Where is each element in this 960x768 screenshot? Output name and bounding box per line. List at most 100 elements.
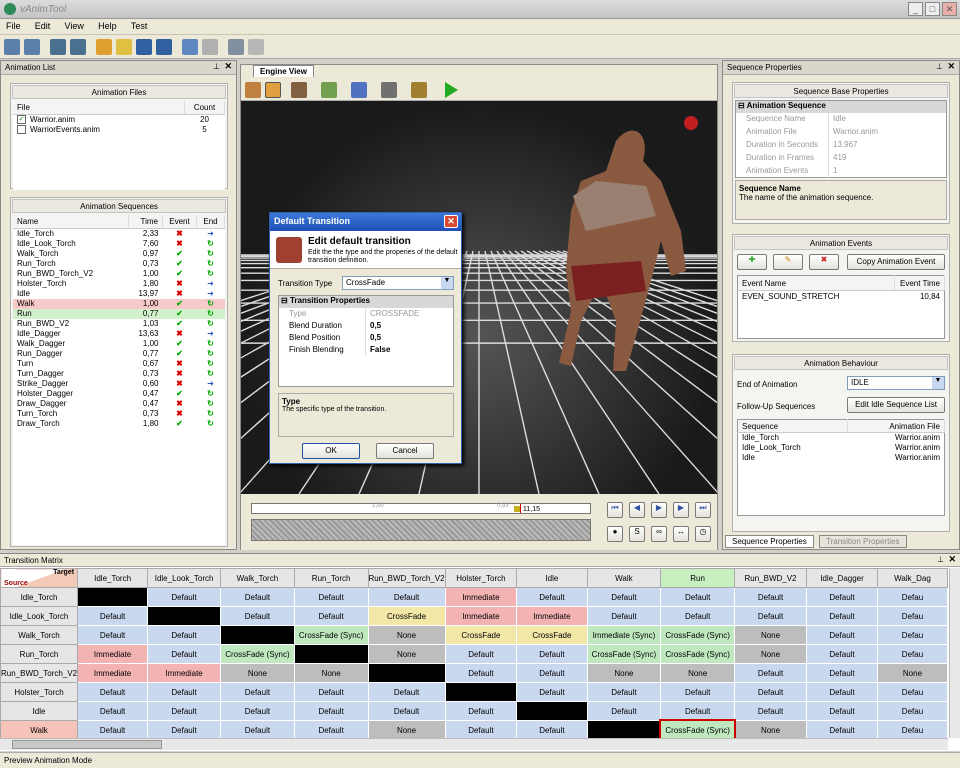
checkbox-unchecked[interactable] bbox=[17, 124, 26, 134]
transition-type-select[interactable]: CrossFade ▼ bbox=[342, 276, 454, 290]
matrix-cell[interactable]: Defau bbox=[876, 720, 948, 738]
sequence-row[interactable]: Walk_Dagger 1,00 ✔ ↻ bbox=[13, 339, 225, 349]
matrix-cell[interactable]: Default bbox=[147, 720, 222, 738]
pin-icon[interactable]: ⊥ bbox=[936, 62, 943, 71]
minimize-button[interactable]: _ bbox=[908, 2, 923, 16]
sequence-property-row[interactable]: Animation File Warrior.anim bbox=[736, 126, 946, 139]
matrix-cell[interactable]: Default bbox=[77, 720, 149, 738]
matrix-cell[interactable] bbox=[147, 606, 222, 626]
matrix-col-header[interactable]: Walk bbox=[586, 568, 662, 588]
col-time[interactable]: Time bbox=[128, 215, 163, 229]
matrix-cell[interactable]: Defau bbox=[876, 625, 948, 645]
menu-file[interactable]: File bbox=[0, 19, 27, 33]
file-row[interactable]: WarriorEvents.anim 5 bbox=[13, 125, 225, 135]
matrix-cell[interactable] bbox=[77, 587, 149, 607]
followup-row[interactable]: Idle_Torch Warrior.anim bbox=[738, 433, 945, 444]
matrix-cell[interactable]: Default bbox=[147, 625, 222, 645]
matrix-cell[interactable]: Default bbox=[444, 644, 518, 664]
matrix-col-header[interactable]: Run_Torch bbox=[293, 568, 369, 588]
col-count[interactable]: Count bbox=[184, 101, 225, 115]
event-track[interactable] bbox=[251, 519, 591, 541]
light-icon[interactable] bbox=[265, 82, 281, 98]
play-icon[interactable] bbox=[445, 82, 458, 98]
matrix-cell[interactable]: Default bbox=[586, 606, 662, 626]
matrix-cell[interactable]: Default bbox=[733, 701, 808, 721]
close-icon[interactable]: ✕ bbox=[947, 61, 955, 72]
skeleton-icon[interactable] bbox=[411, 82, 427, 98]
matrix-cell[interactable]: Default bbox=[586, 587, 662, 607]
settings-icon[interactable] bbox=[228, 39, 244, 55]
matrix-cell[interactable]: Default bbox=[806, 701, 878, 721]
close-icon[interactable]: ✕ bbox=[224, 61, 232, 72]
matrix-cell[interactable]: CrossFade (Sync) bbox=[660, 644, 735, 664]
matrix-cell[interactable]: Default bbox=[806, 682, 878, 702]
file-row[interactable]: ✓ Warrior.anim 20 bbox=[13, 114, 225, 125]
matrix-cell[interactable]: Defau bbox=[876, 644, 948, 664]
property-row[interactable]: Blend Duration 0,5 bbox=[279, 320, 453, 332]
bone-icon[interactable] bbox=[321, 82, 337, 98]
loop-button[interactable]: ∞ bbox=[651, 526, 667, 542]
menu-help[interactable]: Help bbox=[92, 19, 123, 33]
tab-transition-properties[interactable]: Transition Properties bbox=[819, 535, 907, 548]
matrix-row-header[interactable]: Idle bbox=[0, 701, 79, 721]
menu-test[interactable]: Test bbox=[125, 19, 154, 33]
matrix-col-header[interactable]: Idle_Torch bbox=[77, 568, 149, 588]
ok-button[interactable]: OK bbox=[302, 443, 360, 459]
col-sequence[interactable]: Sequence bbox=[737, 419, 848, 433]
sequence-row[interactable]: Idle 13,97 ✖ ➜ bbox=[13, 289, 225, 299]
cube-icon[interactable] bbox=[351, 82, 367, 98]
matrix-col-header[interactable]: Run bbox=[660, 568, 735, 588]
sequence-row[interactable]: Draw_Dagger 0,47 ✖ ↻ bbox=[13, 399, 225, 409]
matrix-cell[interactable]: Immediate bbox=[444, 606, 518, 626]
matrix-col-header[interactable]: Walk_Dag bbox=[876, 568, 948, 588]
matrix-cell[interactable]: Default bbox=[147, 587, 222, 607]
sequence-row[interactable]: Draw_Torch 1,80 ✔ ↻ bbox=[13, 419, 225, 429]
matrix-cell[interactable]: None bbox=[586, 663, 662, 683]
matrix-cell[interactable]: CrossFade (Sync) bbox=[658, 718, 737, 738]
col-file[interactable]: File bbox=[13, 101, 185, 115]
property-row[interactable]: Finish Blending False bbox=[279, 344, 453, 356]
undo-icon[interactable] bbox=[182, 39, 198, 55]
copy-event-button[interactable]: Copy Animation Event bbox=[847, 254, 945, 270]
matrix-cell[interactable]: Default bbox=[444, 701, 518, 721]
add-event-button[interactable]: ✚ bbox=[737, 254, 767, 270]
camera-icon[interactable] bbox=[245, 82, 261, 98]
matrix-cell[interactable]: None bbox=[293, 663, 369, 683]
matrix-cell[interactable]: Default bbox=[806, 625, 878, 645]
open-folder-icon[interactable] bbox=[96, 39, 112, 55]
matrix-cell[interactable]: Default bbox=[293, 587, 369, 607]
col-name[interactable]: Name bbox=[13, 215, 129, 229]
matrix-cell[interactable]: Default bbox=[444, 720, 518, 738]
sequence-row[interactable]: Turn_Dagger 0,73 ✖ ↻ bbox=[13, 369, 225, 379]
chevron-down-icon[interactable]: ▼ bbox=[441, 277, 453, 289]
matrix-col-header[interactable]: Walk_Torch bbox=[220, 568, 295, 588]
matrix-cell[interactable]: Immediate bbox=[444, 587, 518, 607]
pin-icon[interactable]: ⊥ bbox=[937, 555, 944, 564]
matrix-row-header[interactable]: Run_Torch bbox=[0, 644, 79, 664]
sequence-property-row[interactable]: Duration in Frames 419 bbox=[736, 152, 946, 165]
matrix-cell[interactable]: CrossFade bbox=[516, 625, 588, 645]
close-button[interactable]: ✕ bbox=[942, 2, 957, 16]
matrix-cell[interactable]: Immediate bbox=[77, 663, 149, 683]
sequence-row[interactable]: Turn_Torch 0,73 ✖ ↻ bbox=[13, 409, 225, 419]
matrix-cell[interactable] bbox=[516, 701, 588, 721]
save-icon[interactable] bbox=[136, 39, 152, 55]
sequence-row[interactable]: Run_BWD_V2 1,03 ✔ ↻ bbox=[13, 319, 225, 329]
matrix-cell[interactable]: Default bbox=[367, 587, 446, 607]
matrix-cell[interactable]: Default bbox=[733, 587, 808, 607]
followup-row[interactable]: Idle Warrior.anim bbox=[738, 453, 945, 463]
figure-add-icon[interactable] bbox=[50, 39, 66, 55]
matrix-cell[interactable]: Default bbox=[147, 701, 222, 721]
clock-button[interactable]: ◷ bbox=[695, 526, 711, 542]
matrix-cell[interactable]: CrossFade (Sync) bbox=[586, 644, 662, 664]
maximize-button[interactable]: □ bbox=[925, 2, 940, 16]
matrix-cell[interactable]: Default bbox=[586, 701, 662, 721]
col-end[interactable]: End bbox=[196, 215, 225, 229]
sequence-row[interactable]: Idle_Look_Torch 7,60 ✖ ↻ bbox=[13, 239, 225, 249]
sequence-property-row[interactable]: Duration in Seconds 13,967 bbox=[736, 139, 946, 152]
open-file-icon[interactable] bbox=[116, 39, 132, 55]
sequence-row[interactable]: Run_BWD_Torch_V2 1,00 ✔ ↻ bbox=[13, 269, 225, 279]
matrix-cell[interactable]: Default bbox=[220, 606, 295, 626]
matrix-cell[interactable]: CrossFade (Sync) bbox=[293, 625, 369, 645]
export-icon[interactable] bbox=[248, 39, 264, 55]
